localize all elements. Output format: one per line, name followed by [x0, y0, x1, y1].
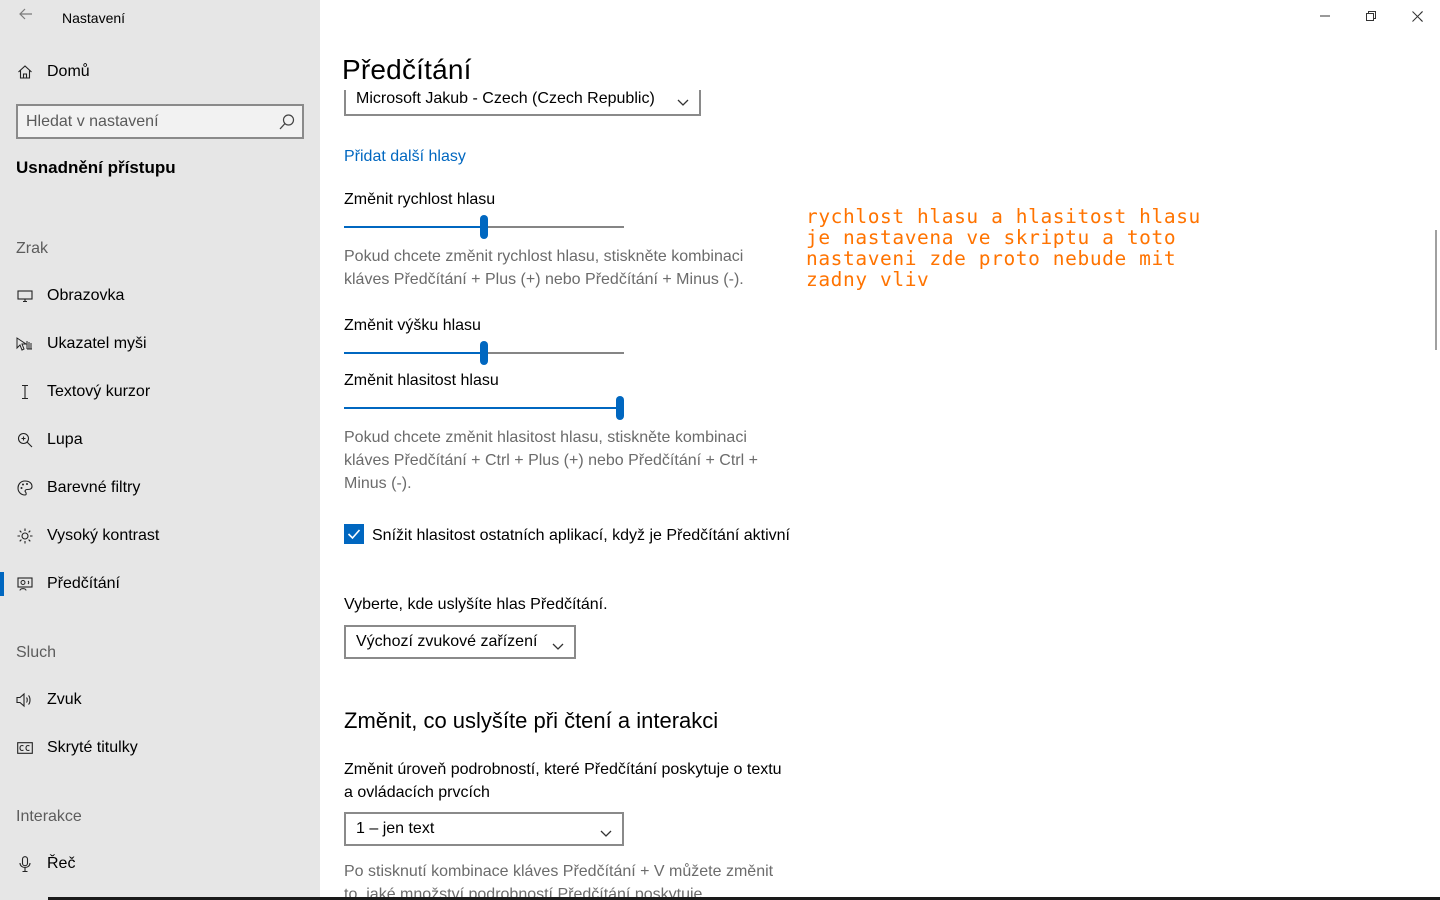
sidebar-item-home[interactable]: Domů: [0, 56, 320, 88]
chevron-down-icon: [600, 825, 612, 837]
search-icon[interactable]: [278, 113, 296, 131]
slider-thumb[interactable]: [480, 341, 488, 365]
output-device-value: Výchozí zvukové zařízení: [356, 633, 538, 650]
sidebar-item-mouse-pointer[interactable]: Ukazatel myši: [0, 324, 320, 364]
text-cursor-icon: [16, 383, 34, 401]
sidebar-item-label: Vysoký kontrast: [47, 527, 160, 544]
sidebar-item-label: Řeč: [47, 855, 76, 872]
lower-volume-checkbox[interactable]: [344, 524, 364, 544]
sidebar-item-label: Textový kurzor: [47, 383, 151, 400]
detail-level-label: Změnit úroveň podrobností, které Předčít…: [344, 761, 782, 801]
speed-label: Změnit rychlost hlasu: [344, 191, 496, 208]
home-icon: [16, 63, 34, 81]
minimize-button[interactable]: [1302, 0, 1348, 32]
group-header-interaction: Interakce: [16, 808, 82, 825]
narrator-icon: [16, 575, 34, 593]
sidebar-item-speech[interactable]: Řeč: [0, 844, 320, 884]
slider-fill: [344, 407, 620, 409]
volume-label: Změnit hlasitost hlasu: [344, 372, 499, 389]
sidebar-item-label: Obrazovka: [47, 287, 125, 304]
add-voices-link[interactable]: Přidat další hlasy: [344, 148, 466, 166]
microphone-icon: [16, 855, 34, 873]
sidebar-item-text-cursor[interactable]: Textový kurzor: [0, 372, 320, 412]
page-title: Předčítání: [342, 54, 472, 85]
detail-level-value: 1 – jen text: [356, 820, 435, 837]
sidebar-item-color-filters[interactable]: Barevné filtry: [0, 468, 320, 508]
lower-volume-label: Snížit hlasitost ostatních aplikací, kdy…: [372, 527, 790, 544]
search-box: [16, 104, 304, 139]
sidebar-item-label: Lupa: [47, 431, 83, 448]
sidebar-item-high-contrast[interactable]: Vysoký kontrast: [0, 516, 320, 556]
detail-level-select[interactable]: 1 – jen text: [344, 812, 624, 846]
group-header-hearing: Sluch: [16, 644, 57, 661]
restore-button[interactable]: [1348, 0, 1394, 32]
section-title: Usnadnění přístupu: [16, 158, 176, 177]
speed-slider[interactable]: [344, 215, 624, 239]
brightness-icon: [16, 527, 34, 545]
slider-thumb[interactable]: [616, 396, 624, 420]
sidebar-item-audio[interactable]: Zvuk: [0, 680, 320, 720]
group-header-vision: Zrak: [16, 240, 48, 257]
sidebar-item-label: Předčítání: [47, 575, 120, 592]
mouse-pointer-icon: [16, 335, 34, 353]
scrollbar[interactable]: [1435, 230, 1437, 350]
sidebar-item-display[interactable]: Obrazovka: [0, 276, 320, 316]
sidebar-item-label: Skryté titulky: [47, 739, 138, 756]
pitch-label: Změnit výšku hlasu: [344, 317, 481, 334]
header-band: [320, 0, 1420, 90]
voice-select-value: Microsoft Jakub - Czech (Czech Republic): [356, 90, 655, 107]
detail-level-help-text: Po stisknutí kombinace kláves Předčítání…: [344, 863, 774, 897]
speaker-icon: [16, 691, 34, 709]
active-indicator: [0, 572, 4, 596]
back-arrow-icon[interactable]: [14, 6, 38, 26]
color-palette-icon: [16, 479, 34, 497]
closed-captions-icon: [16, 739, 34, 757]
output-device-label: Vyberte, kde uslyšíte hlas Předčítání.: [344, 596, 608, 613]
magnifier-icon: [16, 431, 34, 449]
sidebar-item-narrator[interactable]: Předčítání: [0, 564, 320, 604]
output-device-select[interactable]: Výchozí zvukové zařízení: [344, 625, 576, 659]
sidebar-item-label: Ukazatel myši: [47, 335, 147, 352]
app-title: Nastavení: [62, 10, 126, 26]
checkmark-icon: [347, 529, 361, 540]
sidebar-item-label: Barevné filtry: [47, 479, 141, 496]
slider-fill: [344, 226, 484, 228]
volume-help-text: Pokud chcete změnit hlasitost hlasu, sti…: [344, 429, 758, 492]
search-input[interactable]: [26, 106, 274, 137]
sidebar-item-magnifier[interactable]: Lupa: [0, 420, 320, 460]
slider-thumb[interactable]: [480, 215, 488, 239]
sidebar-item-label: Zvuk: [47, 691, 82, 708]
sidebar: Nastavení Domů Usnadnění přístupu Zrak O…: [0, 0, 320, 900]
pitch-slider[interactable]: [344, 341, 624, 365]
close-button[interactable]: [1394, 0, 1440, 32]
sidebar-item-closed-captions[interactable]: Skryté titulky: [0, 728, 320, 768]
chevron-down-icon: [677, 94, 689, 106]
chevron-down-icon: [552, 638, 564, 650]
section-heading: Změnit, co uslyšíte při čtení a interakc…: [344, 708, 719, 733]
annotation-note: rychlost hlasu a hlasitost hlasu je nast…: [806, 205, 1201, 291]
sidebar-item-label: Domů: [47, 63, 90, 80]
slider-fill: [344, 352, 484, 354]
volume-slider[interactable]: [344, 396, 624, 420]
speed-help-text: Pokud chcete změnit rychlost hlasu, stis…: [344, 248, 744, 288]
monitor-icon: [16, 287, 34, 305]
